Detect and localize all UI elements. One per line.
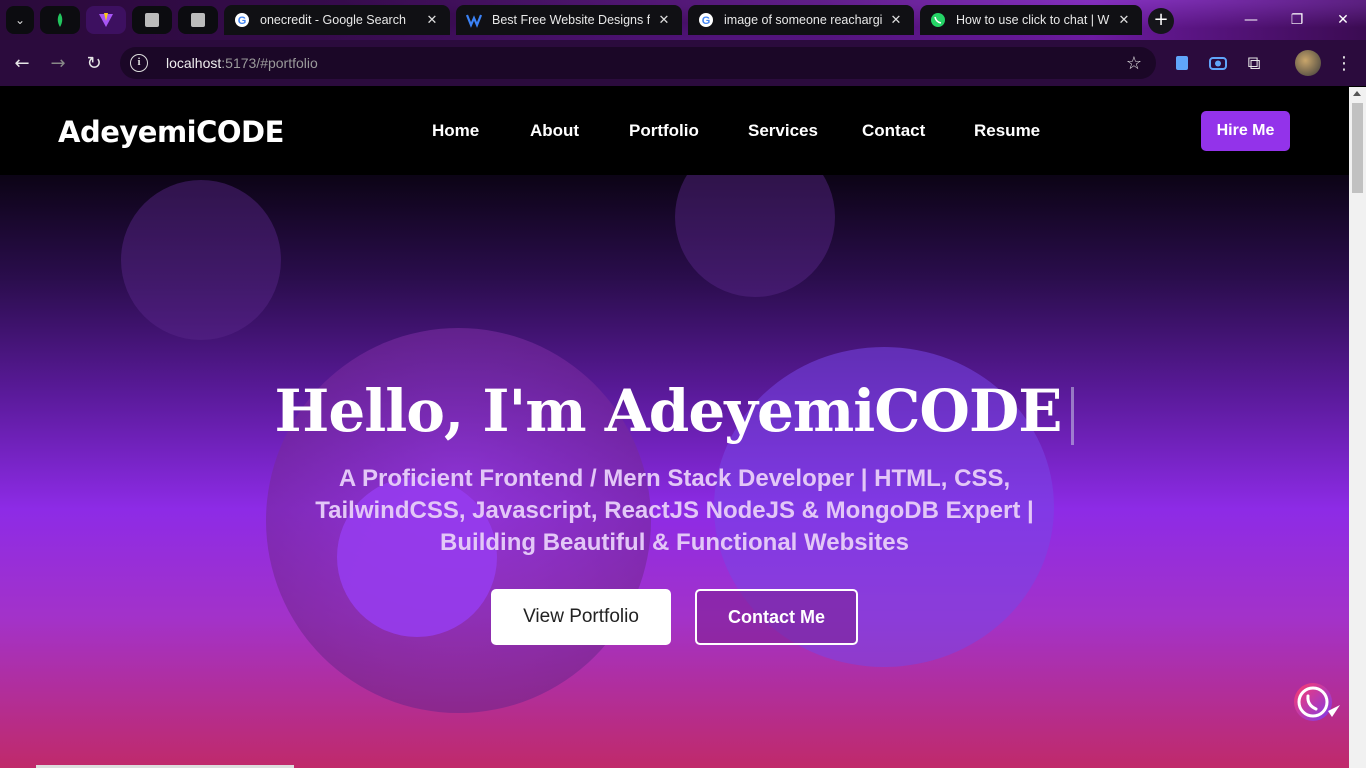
document-icon	[1176, 56, 1188, 70]
close-icon[interactable]: ✕	[656, 13, 672, 28]
tab-title: Best Free Website Designs for	[492, 13, 650, 27]
tab-title: onecredit - Google Search	[260, 13, 406, 27]
minimize-icon: —	[1244, 12, 1258, 28]
bookmark-star-icon[interactable]: ☆	[1126, 53, 1142, 74]
site-logo[interactable]: AdeyemiCODE	[58, 115, 284, 149]
forward-button[interactable]: →	[46, 51, 70, 75]
address-bar[interactable]: i localhost:5173/#portfolio ☆	[120, 47, 1156, 79]
arrow-right-icon: →	[50, 52, 66, 74]
close-icon: ✕	[1337, 12, 1349, 28]
pinned-tab-blank-1[interactable]	[132, 6, 172, 34]
contact-me-button[interactable]: Contact Me	[695, 589, 858, 645]
nav-about[interactable]: About	[530, 121, 579, 141]
restore-button[interactable]: ❐	[1274, 0, 1320, 40]
camera-icon	[1209, 57, 1227, 70]
mongodb-leaf-icon	[57, 13, 63, 27]
site-navbar: AdeyemiCODE Home About Portfolio Service…	[0, 87, 1349, 175]
new-tab-button[interactable]: +	[1148, 8, 1174, 34]
nav-home[interactable]: Home	[432, 121, 479, 141]
nav-services[interactable]: Services	[748, 121, 818, 141]
scrollbar-thumb[interactable]	[1352, 103, 1363, 193]
tab-whatsapp[interactable]: How to use click to chat | Wha ✕	[920, 5, 1142, 35]
url-text[interactable]: localhost:5173/#portfolio	[166, 55, 318, 71]
scroll-up-arrow-icon[interactable]	[1353, 91, 1361, 96]
url-host: localhost	[166, 55, 222, 71]
restore-icon: ❐	[1290, 12, 1304, 28]
avatar	[1295, 50, 1321, 76]
nav-resume[interactable]: Resume	[974, 121, 1040, 141]
pinned-tab-mongodb[interactable]	[40, 6, 80, 34]
svg-text:G: G	[702, 15, 711, 27]
chat-phone-icon	[1294, 683, 1340, 721]
tab-title: How to use click to chat | Wha	[956, 13, 1110, 27]
tab-website-designs[interactable]: Best Free Website Designs for ✕	[456, 5, 682, 35]
page-icon	[145, 13, 159, 27]
pinned-tab-blank-2[interactable]	[178, 6, 218, 34]
chevron-down-icon: ⌄	[14, 13, 26, 27]
back-button[interactable]: ←	[10, 51, 34, 75]
close-icon[interactable]: ✕	[1116, 13, 1132, 28]
hero-title-text: Hello, I'm AdeyemiCODE	[274, 377, 1063, 445]
extension-screenshot-button[interactable]	[1206, 51, 1230, 75]
browser-toolbar: ← → ↻ i localhost:5173/#portfolio ☆ ⧉ ⋮	[0, 40, 1366, 86]
tab-image-search[interactable]: G image of someone reacharging ✕	[688, 5, 914, 35]
page-scrollbar[interactable]	[1349, 87, 1366, 768]
vite-icon	[99, 13, 113, 27]
minimize-button[interactable]: —	[1228, 0, 1274, 40]
extensions-button[interactable]: ⧉	[1242, 51, 1266, 75]
close-window-button[interactable]: ✕	[1320, 0, 1366, 40]
url-path: :5173/#portfolio	[221, 55, 318, 71]
extension-docs-button[interactable]	[1170, 51, 1194, 75]
google-icon: G	[234, 12, 250, 28]
tab-google-search[interactable]: G onecredit - Google Search ✕	[224, 5, 450, 35]
typing-cursor	[1071, 387, 1075, 445]
page-viewport: AdeyemiCODE Home About Portfolio Service…	[0, 87, 1349, 768]
more-vertical-icon: ⋮	[1335, 52, 1353, 74]
hero-subtitle: A Proficient Frontend / Mern Stack Devel…	[315, 465, 1034, 556]
hire-me-button[interactable]: Hire Me	[1201, 111, 1290, 151]
menu-button[interactable]: ⋮	[1332, 51, 1356, 75]
arrow-left-icon: ←	[14, 52, 30, 74]
decorative-circle	[121, 180, 281, 340]
whatsapp-icon	[930, 12, 946, 28]
tab-search-button[interactable]: ⌄	[6, 6, 34, 34]
close-icon[interactable]: ✕	[424, 13, 440, 28]
nav-portfolio[interactable]: Portfolio	[629, 121, 699, 141]
hero-title: Hello, I'm AdeyemiCODE	[0, 377, 1349, 445]
tab-title: image of someone reacharging	[724, 13, 882, 27]
reload-button[interactable]: ↻	[82, 51, 106, 75]
view-portfolio-button[interactable]: View Portfolio	[491, 589, 671, 645]
page-icon	[191, 13, 205, 27]
pinned-tab-vite[interactable]	[86, 6, 126, 34]
chat-button[interactable]	[1292, 681, 1340, 725]
svg-text:G: G	[238, 15, 247, 27]
close-icon[interactable]: ✕	[888, 13, 904, 28]
browser-tab-bar: ⌄ G onecredit - Google Search ✕ Best Fre…	[0, 0, 1366, 40]
nav-contact[interactable]: Contact	[862, 121, 925, 141]
google-icon: G	[698, 12, 714, 28]
puzzle-icon: ⧉	[1247, 52, 1261, 74]
webflow-icon	[466, 12, 482, 28]
site-info-icon[interactable]: i	[130, 54, 148, 72]
profile-button[interactable]	[1294, 49, 1322, 77]
reload-icon: ↻	[86, 52, 102, 74]
